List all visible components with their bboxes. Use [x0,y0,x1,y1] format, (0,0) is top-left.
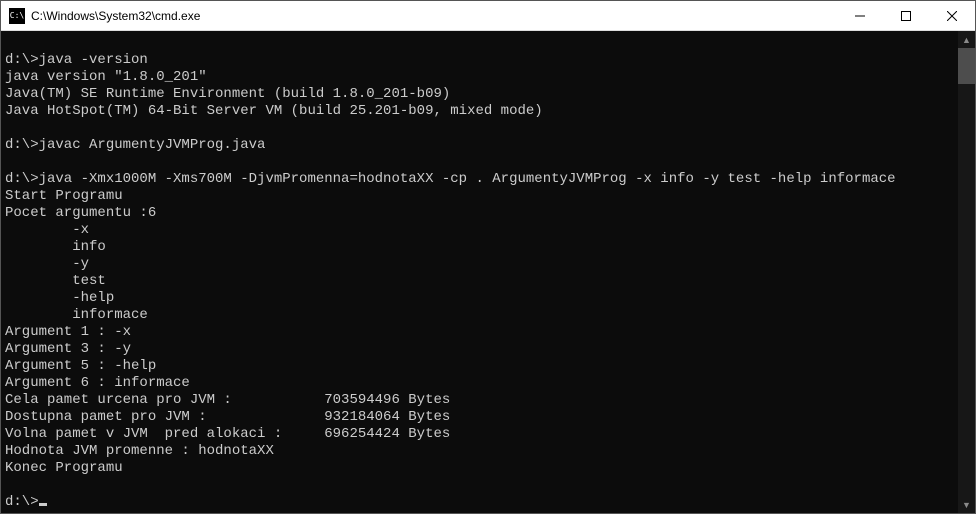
console-output[interactable]: d:\>java -version java version "1.8.0_20… [1,31,958,513]
console-line: java version "1.8.0_201" [5,69,207,85]
console-line: Start Programu [5,188,123,204]
cmd-icon: C:\ [9,8,25,24]
console-line: Konec Programu [5,460,123,476]
close-button[interactable] [929,1,975,30]
console-line: Argument 6 : informace [5,375,190,391]
console-line: Argument 3 : -y [5,341,131,357]
maximize-button[interactable] [883,1,929,30]
console-line: -x [5,222,89,238]
scroll-down-arrow-icon[interactable]: ▼ [958,496,975,513]
vertical-scrollbar[interactable]: ▲ ▼ [958,31,975,513]
window-title: C:\Windows\System32\cmd.exe [31,9,837,23]
console-line: Java(TM) SE Runtime Environment (build 1… [5,86,450,102]
maximize-icon [901,11,911,21]
console-line: d:\>java -Xmx1000M -Xms700M -DjvmPromenn… [5,171,896,187]
console-line: d:\>java -version [5,52,148,68]
console-line: Dostupna pamet pro JVM : 932184064 Bytes [5,409,450,425]
console-line: informace [5,307,148,323]
console-line: Argument 1 : -x [5,324,131,340]
scroll-track[interactable] [958,48,975,496]
console-line: Java HotSpot(TM) 64-Bit Server VM (build… [5,103,543,119]
titlebar[interactable]: C:\ C:\Windows\System32\cmd.exe [1,1,975,31]
console-line: -help [5,290,114,306]
console-line: Cela pamet urcena pro JVM : 703594496 By… [5,392,450,408]
console-line: Hodnota JVM promenne : hodnotaXX [5,443,274,459]
console-line: info [5,239,106,255]
console-client-area: d:\>java -version java version "1.8.0_20… [1,31,975,513]
scroll-up-arrow-icon[interactable]: ▲ [958,31,975,48]
console-line: d:\> [5,494,39,510]
minimize-button[interactable] [837,1,883,30]
console-line: Argument 5 : -help [5,358,156,374]
close-icon [947,11,957,21]
minimize-icon [855,11,865,21]
cmd-window: C:\ C:\Windows\System32\cmd.exe d:\>java… [0,0,976,514]
console-line: d:\>javac ArgumentyJVMProg.java [5,137,265,153]
console-line: test [5,273,106,289]
cursor [39,503,47,506]
titlebar-buttons [837,1,975,30]
console-line: Volna pamet v JVM pred alokaci : 6962544… [5,426,450,442]
console-line: Pocet argumentu :6 [5,205,156,221]
console-line: -y [5,256,89,272]
scroll-thumb[interactable] [958,48,975,84]
